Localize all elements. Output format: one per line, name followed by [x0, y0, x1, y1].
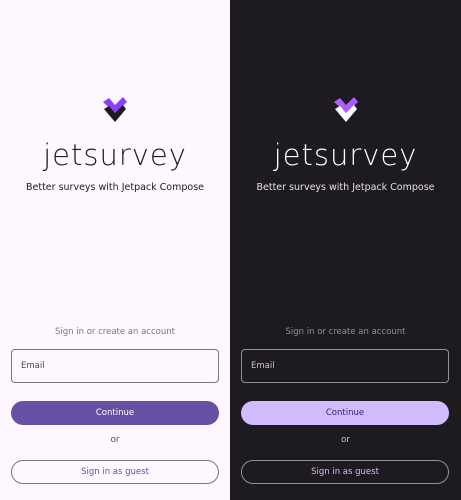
welcome-screen-dark: jetsurvey Better surveys with Jetpack Co… [230, 0, 461, 500]
signin-prompt: Sign in or create an account [285, 327, 406, 337]
or-divider-label: or [110, 435, 120, 445]
email-field-label: Email [21, 361, 45, 371]
email-field[interactable]: Email [11, 349, 219, 383]
sign-in-as-guest-button[interactable]: Sign in as guest [11, 460, 219, 484]
app-tagline: Better surveys with Jetpack Compose [256, 182, 435, 193]
email-field[interactable]: Email [241, 349, 449, 383]
app-wordmark: jetsurvey [273, 138, 418, 172]
app-wordmark: jetsurvey [43, 138, 187, 172]
or-divider-label: or [341, 435, 350, 445]
jetsurvey-logo-icon [333, 97, 358, 122]
screens: jetsurvey Better surveys with Jetpack Co… [0, 0, 461, 500]
app-tagline: Better surveys with Jetpack Compose [26, 182, 204, 193]
continue-button[interactable]: Continue [11, 401, 219, 425]
email-field-label: Email [251, 361, 275, 371]
sign-in-as-guest-button[interactable]: Sign in as guest [241, 460, 449, 484]
jetsurvey-logo-icon [103, 97, 127, 122]
signin-prompt: Sign in or create an account [55, 327, 175, 337]
continue-button[interactable]: Continue [241, 401, 449, 425]
welcome-screen-light: jetsurvey Better surveys with Jetpack Co… [0, 0, 230, 500]
